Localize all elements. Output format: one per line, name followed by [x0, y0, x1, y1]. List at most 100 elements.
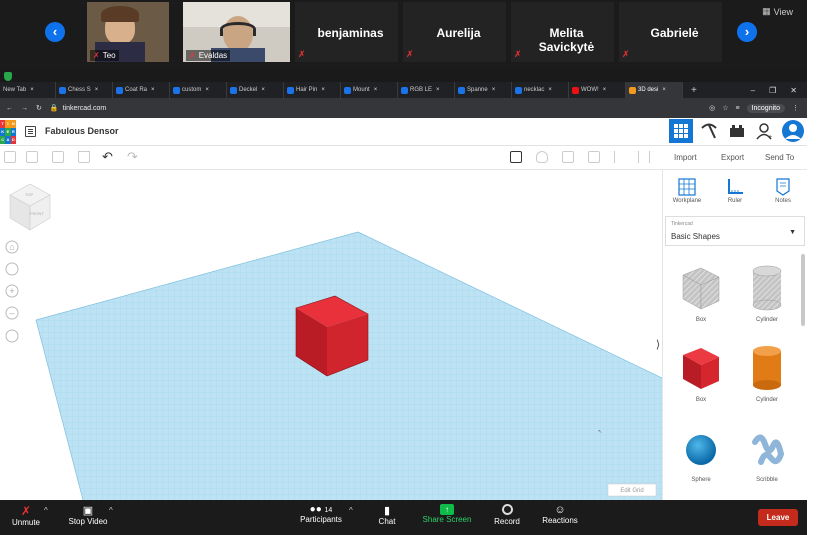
participant-tile[interactable]: Gabrielė ✗ — [619, 2, 722, 62]
light-bulb-icon[interactable] — [536, 151, 548, 163]
browser-tab[interactable]: Chess S × — [56, 82, 113, 98]
participant-tile[interactable]: Melita Savickytė ✗ — [511, 2, 614, 62]
edit-grid-button[interactable]: Edit Grid — [607, 483, 657, 497]
browser-tab[interactable]: New Tab × — [0, 82, 56, 98]
delete-icon[interactable] — [78, 151, 90, 163]
browser-tab-active[interactable]: 3D desi × — [626, 82, 683, 98]
close-tab-icon[interactable]: × — [151, 87, 155, 93]
shape-icon[interactable] — [562, 151, 574, 163]
browser-tab[interactable]: Coat Ra × — [113, 82, 170, 98]
minimize-icon[interactable]: – — [751, 86, 755, 95]
group-icon[interactable] — [588, 151, 600, 163]
video-options-chevron-icon[interactable]: ^ — [109, 506, 113, 515]
audio-options-chevron-icon[interactable]: ^ — [44, 506, 48, 515]
shape-cylinder-solid[interactable]: Cylinder — [737, 345, 797, 410]
redo-icon[interactable]: ↷ — [127, 149, 138, 165]
menu-icon[interactable]: ⋮ — [792, 104, 799, 112]
close-tab-icon[interactable]: × — [30, 87, 34, 93]
browser-tab[interactable]: RGB LE × — [398, 82, 455, 98]
browser-tab[interactable]: Mount × — [341, 82, 398, 98]
close-tab-icon[interactable]: × — [321, 87, 325, 93]
chat-button[interactable]: ▮ Chat — [372, 504, 402, 526]
view-button[interactable]: ▦ View — [762, 6, 793, 17]
copy-icon[interactable] — [4, 151, 16, 163]
eye-off-icon[interactable]: ◎ — [709, 104, 715, 112]
close-tab-icon[interactable]: × — [548, 87, 552, 93]
participant-tile[interactable]: benjaminas ✗ — [295, 2, 398, 62]
fit-view-button[interactable] — [5, 262, 19, 276]
back-icon[interactable]: ← — [6, 105, 13, 112]
workplane-canvas[interactable]: TOP FRONT ⌂ + – ↖ Edit Grid ⟩ — [0, 170, 662, 500]
shape-cylinder-hole[interactable]: Cylinder — [737, 265, 797, 330]
duplicate-icon[interactable] — [52, 151, 64, 163]
browser-tab[interactable]: Hair Pin × — [284, 82, 341, 98]
browser-tab[interactable]: custom × — [170, 82, 227, 98]
close-tab-icon[interactable]: × — [662, 87, 666, 93]
close-tab-icon[interactable]: × — [603, 87, 607, 93]
view-cube[interactable]: TOP FRONT — [9, 183, 51, 231]
stop-video-button[interactable]: ▣ Stop Video — [62, 504, 114, 526]
incognito-badge[interactable]: Incognito — [746, 103, 785, 113]
scrollbar[interactable] — [801, 254, 805, 326]
shape-scribble[interactable]: Scribble — [737, 428, 797, 493]
export-button[interactable]: Export — [721, 153, 744, 162]
url-field[interactable]: 🔒 tinkercad.com — [50, 104, 106, 113]
new-tab-button[interactable]: + — [683, 85, 705, 96]
close-tab-icon[interactable]: × — [205, 87, 209, 93]
paste-icon[interactable] — [26, 151, 38, 163]
browser-tab[interactable]: WOW! × — [569, 82, 626, 98]
restore-icon[interactable]: ❐ — [769, 86, 776, 95]
note-icon[interactable] — [510, 151, 522, 163]
share-screen-button[interactable]: ↑ Share Screen — [419, 504, 475, 524]
pickaxe-button[interactable] — [697, 119, 721, 143]
participant-tile[interactable]: Aurelija ✗ — [403, 2, 506, 62]
close-tab-icon[interactable]: × — [95, 87, 99, 93]
reload-icon[interactable]: ↻ — [36, 104, 42, 112]
design-title[interactable]: Fabulous Densor — [45, 126, 119, 136]
reading-list-icon[interactable]: ≡ — [735, 105, 739, 112]
shape-sphere[interactable]: Sphere — [671, 428, 731, 493]
participants-button[interactable]: ●● 14 Participants — [293, 504, 349, 524]
add-user-button[interactable]: + — [753, 119, 777, 143]
grid-view-button[interactable] — [669, 119, 693, 143]
notes-tool[interactable]: Notes — [765, 178, 801, 204]
close-tab-icon[interactable]: × — [492, 87, 496, 93]
next-page-button[interactable]: › — [737, 22, 757, 42]
workplane-viewport[interactable]: TOP FRONT ⌂ + – ↖ Edit Grid ⟩ — [0, 170, 662, 500]
tinkercad-favicon-icon — [458, 86, 465, 94]
shape-box-solid[interactable]: Box — [671, 345, 731, 410]
prev-page-button[interactable]: ‹ — [45, 22, 65, 42]
reactions-button[interactable]: ☺ Reactions — [539, 504, 581, 525]
workplane-tool[interactable]: Workplane — [669, 178, 705, 204]
close-tab-icon[interactable]: × — [374, 87, 378, 93]
shape-box-hole[interactable]: Box — [671, 265, 731, 330]
import-button[interactable]: Import — [674, 153, 697, 162]
unmute-button[interactable]: ✗ Unmute — [8, 504, 44, 527]
participants-options-chevron-icon[interactable]: ^ — [349, 506, 353, 515]
participant-video-teo[interactable]: ✗ Teo — [87, 2, 169, 62]
tinkercad-logo[interactable]: T I N K E R C A D — [0, 120, 16, 144]
undo-icon[interactable]: ↶ — [102, 149, 113, 165]
participant-video-evaldas[interactable]: ✗ Evaldas — [183, 2, 290, 62]
avatar[interactable] — [781, 119, 805, 143]
send-to-button[interactable]: Send To — [765, 153, 794, 162]
record-button[interactable]: Record — [490, 504, 524, 526]
design-list-icon[interactable] — [25, 126, 36, 137]
browser-tab[interactable]: Deckel × — [227, 82, 284, 98]
collapse-panel-icon[interactable]: ⟩ — [656, 339, 660, 351]
perspective-button[interactable] — [5, 329, 19, 343]
ruler-tool[interactable]: Ruler — [717, 178, 753, 204]
browser-tab[interactable]: Spanne × — [455, 82, 512, 98]
forward-icon[interactable]: → — [21, 105, 28, 112]
leave-button[interactable]: Leave — [758, 509, 798, 526]
shape-library-select[interactable]: Tinkercad Basic Shapes ▼ — [665, 216, 805, 246]
close-tab-icon[interactable]: × — [261, 87, 265, 93]
close-window-icon[interactable]: ✕ — [790, 86, 797, 95]
close-tab-icon[interactable]: × — [436, 87, 440, 93]
bricks-button[interactable] — [725, 119, 749, 143]
tinkercad-favicon-icon — [515, 86, 522, 94]
browser-tab[interactable]: necklac × — [512, 82, 569, 98]
align-icon[interactable] — [614, 151, 626, 163]
star-icon[interactable]: ☆ — [722, 104, 728, 112]
mirror-icon[interactable] — [638, 151, 650, 163]
